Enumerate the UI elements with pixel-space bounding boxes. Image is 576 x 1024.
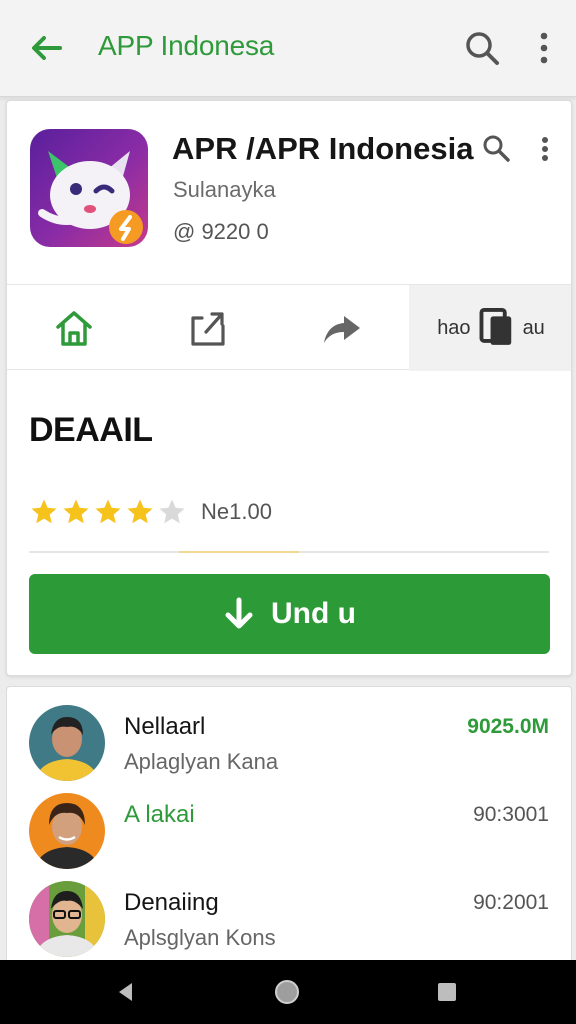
app-bar: APP Indonesa [0,0,576,97]
nav-home-button[interactable] [247,960,327,1024]
back-arrow-icon[interactable] [26,28,66,68]
home-icon [56,311,92,346]
star-filled-icon [95,499,121,524]
search-icon[interactable] [462,28,502,68]
home-circle-icon [275,980,299,1004]
divider [29,551,549,553]
app-icon [30,129,148,247]
section-title: DEAAIL [29,411,153,449]
nav-recents-button[interactable] [407,960,487,1024]
share-icon [191,312,225,346]
list-item-time: 90:3001 [473,803,549,826]
back-triangle-icon [119,983,132,1001]
search-icon[interactable] [481,133,511,163]
list-item-time: 9025.0M [467,715,549,738]
list-item[interactable]: Denaiing Aplsglyan Kons 90:2001 [7,879,571,969]
action-tabs: hao au [7,284,571,371]
rating-stars [29,497,189,527]
list-item-name: Nellaarl [124,713,206,740]
tab-label-right: au [522,316,545,339]
list-item-name: Denaiing [124,889,219,916]
forward-icon [324,316,360,343]
avatar [29,881,105,957]
app-meta: @ 9220 0 [173,219,269,244]
app-detail-card: APR /APR Indonesia Sulanayka @ 9220 0 ha… [6,100,572,676]
avatar [29,705,105,781]
tab-forward[interactable] [275,285,409,371]
list-item[interactable]: A lakai 90:3001 [7,791,571,881]
list-item-subtitle: Aplaglyan Kana [124,749,279,774]
user-list: Nellaarl Aplaglyan Kana 9025.0M A lakai … [6,686,572,976]
recents-square-icon [438,983,456,1001]
list-item-subtitle: Aplsglyan Kons [124,925,276,950]
more-options-icon[interactable] [530,28,558,68]
install-label: Und u [271,597,356,630]
star-filled-icon [63,499,89,524]
list-item[interactable]: Nellaarl Aplaglyan Kana 9025.0M [7,703,571,793]
avatar [29,793,105,869]
star-empty-icon [159,499,185,524]
tab-home[interactable] [7,285,141,371]
developer-name: Sulanayka [173,177,276,202]
star-filled-icon [31,499,57,524]
nav-back-button[interactable] [86,960,166,1024]
app-name: APR /APR Indonesia [172,131,474,166]
list-item-time: 90:2001 [473,891,549,914]
more-options-icon[interactable] [537,135,553,163]
rating-value: Ne1.00 [201,499,272,524]
tab-document[interactable]: hao au [409,285,571,371]
download-arrow-icon [225,597,253,629]
app-bar-title: APP Indonesa [98,30,275,61]
list-item-name: A lakai [124,801,195,828]
tab-label-left: hao [437,316,471,339]
rating: Ne1.00 [29,497,272,527]
star-filled-icon [127,499,153,524]
document-icon [479,307,511,345]
install-button[interactable]: Und u [29,574,550,654]
tab-share[interactable] [141,285,275,371]
system-nav-bar [0,960,576,1024]
